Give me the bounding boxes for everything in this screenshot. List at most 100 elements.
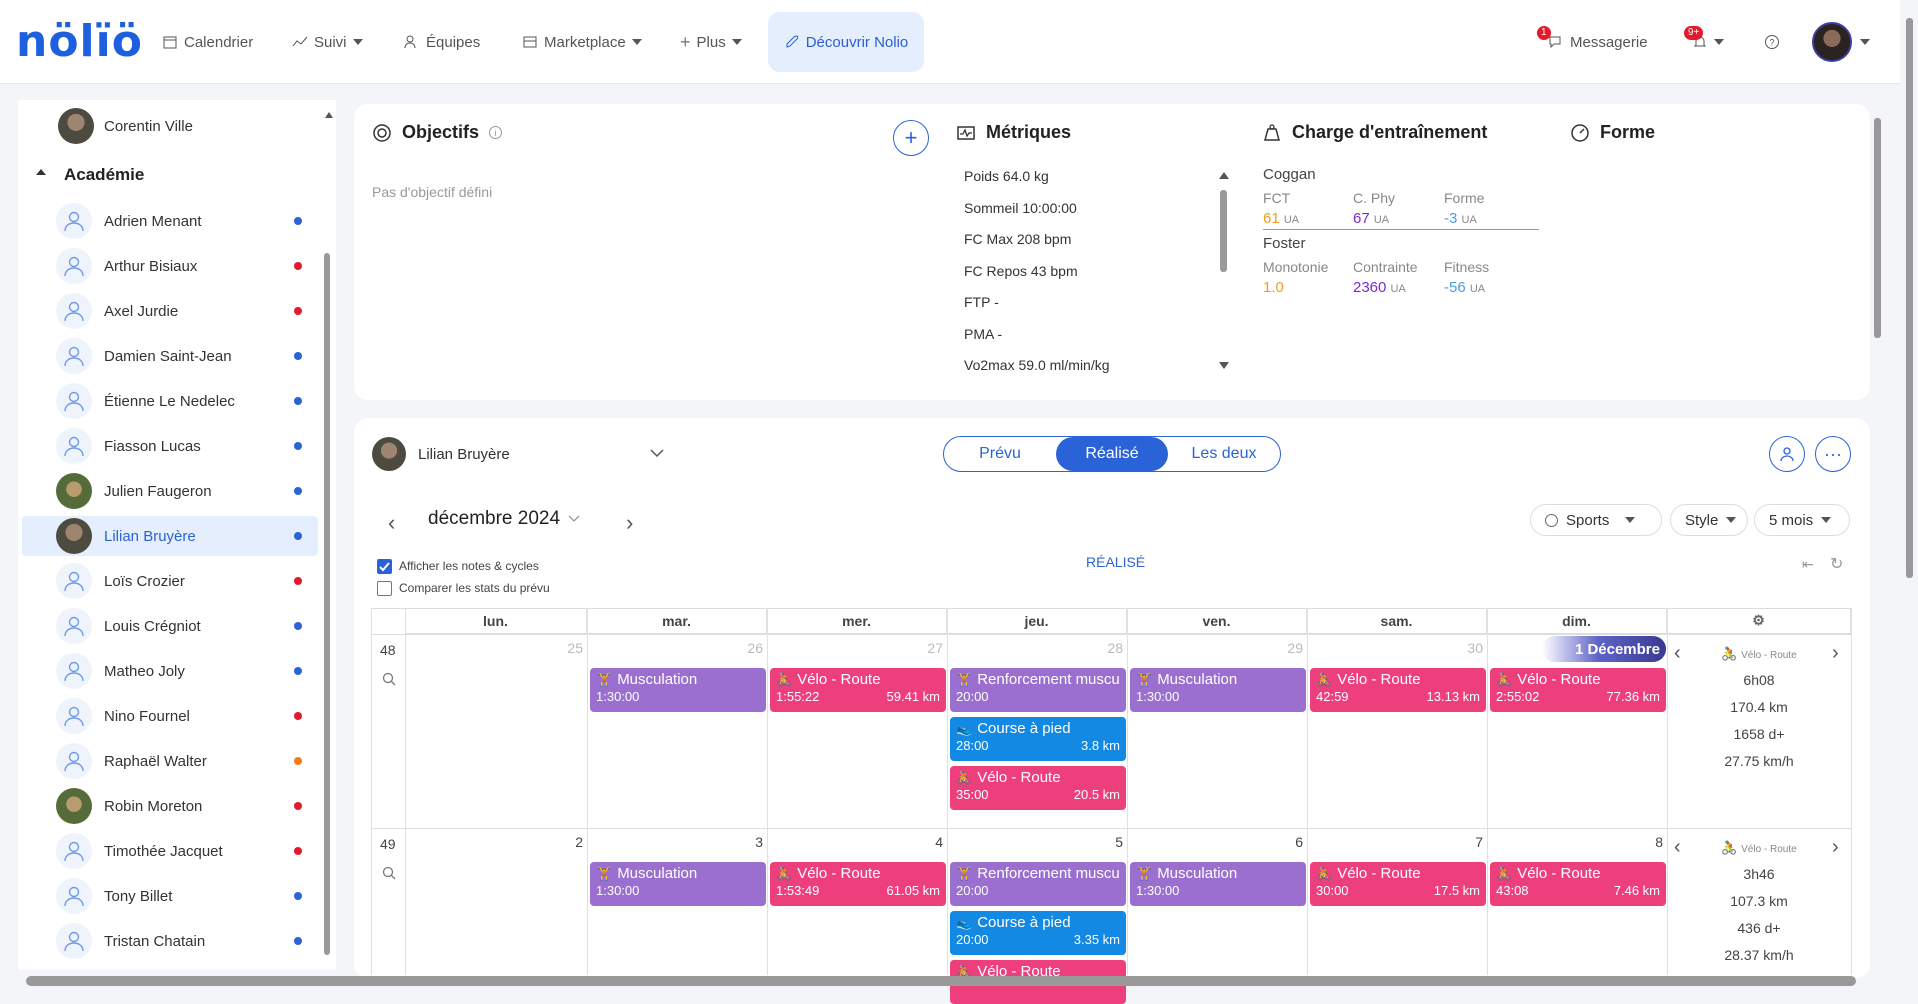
sidebar-item-athlete[interactable]: Julien Faugeron bbox=[22, 471, 318, 511]
user-icon bbox=[64, 301, 84, 322]
user-avatar[interactable] bbox=[1812, 22, 1852, 62]
toggle-realise[interactable]: Réalisé bbox=[1056, 437, 1168, 471]
athlete-select[interactable]: Lilian Bruyère bbox=[372, 436, 664, 472]
metrics-scroll-down[interactable] bbox=[1219, 362, 1229, 369]
sidebar-item-athlete[interactable]: Robin Moreton bbox=[22, 786, 318, 826]
notifications-button[interactable] bbox=[1682, 12, 1734, 72]
event-distance: 7.46 km bbox=[1613, 883, 1660, 898]
sidebar-group-academie[interactable]: Académie bbox=[22, 155, 318, 195]
workout-event[interactable]: 🚴 Vélo - Route 35:00 20.5 km bbox=[950, 766, 1126, 810]
workout-event[interactable]: 👟 Course à pied 20:00 3.35 km bbox=[950, 911, 1126, 955]
metrics-scroll-up[interactable] bbox=[1219, 172, 1229, 179]
workout-event[interactable]: 🏋 Renforcement muscu 20:00 bbox=[950, 862, 1126, 906]
workout-event[interactable]: 🚴 Vélo - Route 42:59 13.13 km bbox=[1310, 668, 1486, 712]
workout-event[interactable]: 👟 Course à pied 28:00 3.8 km bbox=[950, 717, 1126, 761]
sports-filter[interactable]: Sports bbox=[1530, 504, 1662, 536]
chevron-down-icon bbox=[650, 449, 664, 458]
bike-icon: 🚴 bbox=[1496, 866, 1513, 881]
range-filter[interactable]: 5 mois bbox=[1754, 504, 1850, 536]
sidebar-item-athlete[interactable]: Tristan Chatain bbox=[22, 921, 318, 961]
style-filter[interactable]: Style bbox=[1670, 504, 1748, 536]
day-header: mer. bbox=[767, 608, 947, 634]
sidebar-scrollbar[interactable] bbox=[324, 253, 330, 955]
sidebar-item-top-user[interactable]: Corentin Ville bbox=[22, 106, 318, 146]
sidebar-item-label: Loïs Crozier bbox=[104, 572, 185, 590]
sidebar-item-label: Matheo Joly bbox=[104, 662, 185, 680]
shoe-icon: 👟 bbox=[956, 721, 973, 736]
month-label: décembre 2024 bbox=[428, 508, 561, 529]
sidebar-item-athlete[interactable]: Damien Saint-Jean bbox=[22, 336, 318, 376]
contrainte-number: 2360 bbox=[1353, 279, 1387, 296]
event-distance: 17.5 km bbox=[1433, 883, 1480, 898]
nolio-logo[interactable]: nölïö bbox=[16, 18, 143, 66]
month-selector[interactable]: décembre 2024 bbox=[428, 508, 580, 530]
sidebar-item-athlete[interactable]: Tony Billet bbox=[22, 876, 318, 916]
workout-event[interactable]: 🚴 Vélo - Route 43:08 7.46 km bbox=[1490, 862, 1666, 906]
sidebar-up-arrow[interactable] bbox=[325, 112, 333, 118]
nav-equipes[interactable]: Équipes bbox=[394, 12, 490, 72]
event-title-label: Renforcement muscu bbox=[977, 865, 1120, 882]
sidebar-item-athlete[interactable]: Arthur Bisiaux bbox=[22, 246, 318, 286]
workout-event[interactable]: 🚴 Vélo - Route 1:53:49 61.05 km bbox=[770, 862, 946, 906]
user-icon bbox=[1780, 447, 1794, 462]
sidebar-item-athlete[interactable]: Timothée Jacquet bbox=[22, 831, 318, 871]
search-icon[interactable] bbox=[382, 866, 396, 880]
notes-checkbox[interactable] bbox=[377, 559, 392, 574]
workout-event[interactable]: 🚴 Vélo - Route 2:55:02 77.36 km bbox=[1490, 668, 1666, 712]
sidebar-item-athlete[interactable]: Étienne Le Nedelec bbox=[22, 381, 318, 421]
event-duration: 2:55:02 bbox=[1496, 689, 1540, 704]
workout-event[interactable]: 🏋 Renforcement muscu 20:00 bbox=[950, 668, 1126, 712]
compare-checkbox[interactable] bbox=[377, 581, 392, 596]
workout-event[interactable]: 🚴 Vélo - Route 30:00 17.5 km bbox=[1310, 862, 1486, 906]
sidebar-item-athlete[interactable]: Loïs Crozier bbox=[22, 561, 318, 601]
chevron-down-icon[interactable] bbox=[1860, 39, 1870, 45]
more-options-button[interactable]: ··· bbox=[1815, 436, 1851, 472]
nav-calendrier[interactable]: Calendrier bbox=[152, 12, 263, 72]
nav-messagerie[interactable]: Messagerie bbox=[1538, 12, 1658, 72]
workout-event[interactable]: 🚴 Vélo - Route 1:55:22 59.41 km bbox=[770, 668, 946, 712]
date-number: 4 bbox=[935, 834, 943, 850]
dumbbell-icon: 🏋 bbox=[596, 672, 613, 687]
sidebar-item-athlete[interactable]: Raphaël Walter bbox=[22, 741, 318, 781]
nav-plus[interactable]: + Plus bbox=[670, 12, 752, 72]
metric-item: Sommeil 10:00:00 bbox=[964, 199, 1077, 216]
next-month-button[interactable]: › bbox=[626, 510, 633, 536]
sidebar-item-athlete[interactable]: Adrien Menant bbox=[22, 201, 318, 241]
event-duration: 1:55:22 bbox=[776, 689, 820, 704]
unit: UA bbox=[1390, 283, 1406, 295]
sidebar-item-athlete[interactable]: Matheo Joly bbox=[22, 651, 318, 691]
nav-suivi[interactable]: Suivi bbox=[282, 12, 373, 72]
grid-line bbox=[1307, 608, 1308, 975]
horizontal-scrollbar[interactable] bbox=[26, 976, 1856, 986]
toggle-les-deux[interactable]: Les deux bbox=[1168, 437, 1280, 471]
workout-event[interactable]: 🏋 Musculation 1:30:00 bbox=[590, 668, 766, 712]
add-objective-button[interactable]: + bbox=[893, 120, 929, 156]
toggle-prevu[interactable]: Prévu bbox=[944, 437, 1056, 471]
summary-sport: 🚴 Vélo - Route bbox=[1667, 840, 1851, 856]
chart-icon bbox=[292, 36, 308, 47]
refresh-button[interactable]: ↻ bbox=[1830, 554, 1843, 574]
sidebar-item-label: Axel Jurdie bbox=[104, 302, 179, 320]
metrics-scrollbar[interactable] bbox=[1220, 190, 1227, 272]
help-button[interactable]: ? bbox=[1754, 12, 1790, 72]
event-stats: 30:00 17.5 km bbox=[1316, 882, 1480, 899]
nav-decouvrir[interactable]: Découvrir Nolio bbox=[768, 12, 924, 72]
sidebar-item-athlete[interactable]: Lilian Bruyère bbox=[22, 516, 318, 556]
workout-event[interactable]: 🏋 Musculation 1:30:00 bbox=[1130, 668, 1306, 712]
sidebar-item-athlete[interactable]: Louis Crégniot bbox=[22, 606, 318, 646]
athlete-profile-button[interactable] bbox=[1769, 436, 1805, 472]
sidebar-item-athlete[interactable]: Fiasson Lucas bbox=[22, 426, 318, 466]
search-icon[interactable] bbox=[382, 672, 396, 686]
first-page-button[interactable]: ⇤ bbox=[1802, 556, 1814, 573]
sidebar-item-athlete[interactable]: Nino Fournel bbox=[22, 696, 318, 736]
event-title: 🚴 Vélo - Route bbox=[1496, 671, 1660, 688]
sidebar-item-athlete[interactable]: Axel Jurdie bbox=[22, 291, 318, 331]
prev-month-button[interactable]: ‹ bbox=[388, 510, 395, 536]
event-title-label: Musculation bbox=[1157, 865, 1238, 882]
workout-event[interactable]: 🏋 Musculation 1:30:00 bbox=[590, 862, 766, 906]
workout-event[interactable]: 🏋 Musculation 1:30:00 bbox=[1130, 862, 1306, 906]
page-scroll-inner[interactable] bbox=[1874, 118, 1881, 338]
nav-marketplace[interactable]: Marketplace bbox=[512, 12, 652, 72]
vertical-scrollbar[interactable] bbox=[1906, 18, 1913, 578]
info-icon[interactable]: i bbox=[489, 126, 503, 139]
